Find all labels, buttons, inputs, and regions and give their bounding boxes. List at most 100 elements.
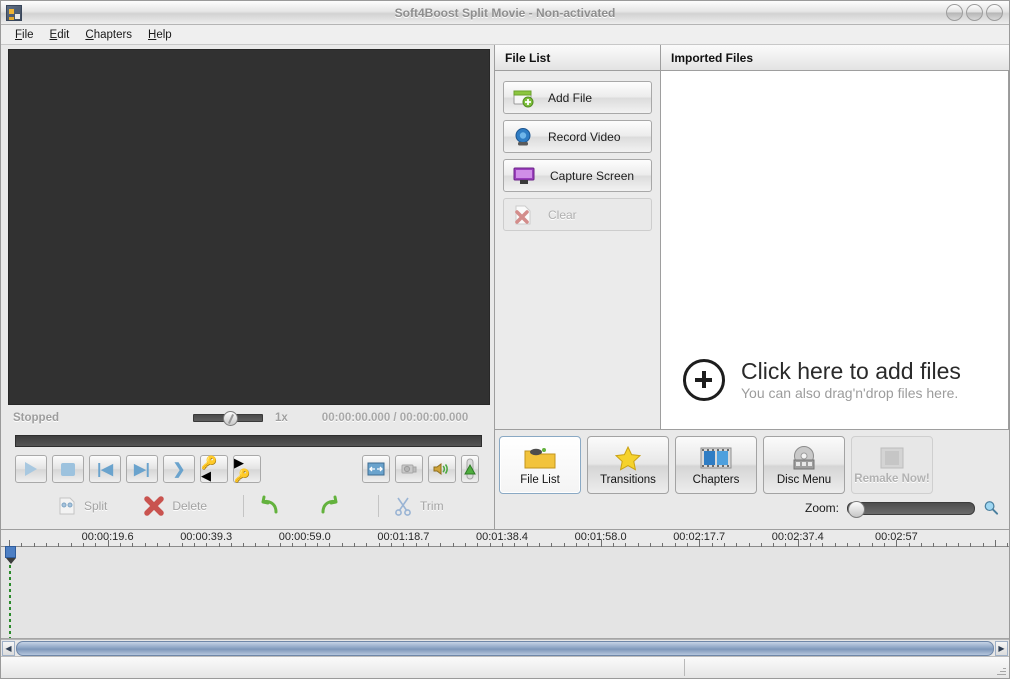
ruler-label: 00:00:39.3 [180,531,232,543]
clear-button[interactable]: Clear [503,198,652,231]
menu-file-rest: ile [22,29,34,41]
chevron-right-icon: ❯ [173,462,186,477]
tab-disc-menu-label: Disc Menu [777,474,831,486]
imported-files-header: Imported Files [661,45,1009,71]
undo-button[interactable] [258,495,282,517]
ruler-label: 00:01:18.7 [377,531,429,543]
add-file-button[interactable]: Add File [503,81,652,114]
speed-slider-knob[interactable] [223,411,238,426]
camera-icon [400,462,418,476]
add-file-icon [512,88,534,108]
stop-button[interactable] [52,455,84,483]
scroll-left-arrow[interactable]: ◀ [2,641,15,656]
ruler-label: 00:02:17.7 [673,531,725,543]
file-list-header: File List [495,45,661,71]
zoom-slider-knob[interactable] [848,501,865,518]
tabs-area: File List Transitions [495,429,1009,529]
step-forward-button[interactable]: ❯ [163,455,195,483]
ruler-label: 00:01:38.4 [476,531,528,543]
speed-slider[interactable] [193,414,263,422]
imported-files-dropzone[interactable]: Click here to add files You can also dra… [661,71,1009,429]
skip-back-icon: |◀ [97,462,113,477]
seek-bar[interactable] [15,435,482,447]
stop-icon [61,463,75,476]
volume-button[interactable] [428,455,456,483]
previous-frame-button[interactable]: |◀ [89,455,121,483]
dropzone-texts: Click here to add files You can also dra… [741,359,961,401]
redo-button[interactable] [318,495,342,517]
capture-screen-button[interactable]: Capture Screen [503,159,652,192]
next-frame-button[interactable]: ▶| [126,455,158,483]
monitor-icon [512,166,536,186]
dropzone-primary-text: Click here to add files [741,359,961,383]
undo-arrow-icon [258,495,282,517]
player-column: Stopped 1x 00:00:00.000 / 00:00:00.000 |… [1,45,495,529]
scroll-right-arrow[interactable]: ▶ [995,641,1008,656]
set-end-marker-button[interactable]: ▶🔑 [233,455,261,483]
resize-grip[interactable] [994,663,1006,675]
zoom-slider[interactable] [847,502,975,515]
delete-label: Delete [172,499,207,513]
menu-edit[interactable]: Edit [42,27,78,43]
capture-screen-label: Capture Screen [550,169,634,183]
panel-bodies: Add File Record Video [495,71,1009,429]
minimize-button[interactable] [946,4,963,21]
volume-slider[interactable] [461,455,479,483]
timeline-track-area[interactable] [1,547,1009,639]
ruler-label: 00:00:59.0 [279,531,331,543]
tab-file-list[interactable]: File List [499,436,581,494]
menu-edit-rest: dit [57,29,69,41]
delete-button[interactable]: Delete [143,495,207,517]
ruler-label: 00:01:58.0 [575,531,627,543]
close-button[interactable] [986,4,1003,21]
menu-help[interactable]: Help [140,27,180,43]
webcam-icon [512,127,534,147]
scroll-thumb[interactable] [16,641,994,656]
tab-transitions[interactable]: Transitions [587,436,669,494]
player-status-row: Stopped 1x 00:00:00.000 / 00:00:00.000 [1,405,494,431]
play-icon [25,462,37,476]
speaker-icon [432,462,452,476]
plus-circle-icon[interactable] [683,359,725,401]
menu-file[interactable]: File [7,27,42,43]
maximize-button[interactable] [966,4,983,21]
tab-chapters[interactable]: Chapters [675,436,757,494]
clear-file-icon [512,205,534,225]
tab-remake-now-label: Remake Now! [854,473,929,485]
tab-file-list-label: File List [520,474,560,486]
magnifier-icon[interactable] [983,500,999,516]
window-title: Soft4Boost Split Movie - Non-activated [1,6,1009,20]
main-upper-area: Stopped 1x 00:00:00.000 / 00:00:00.000 |… [1,45,1009,529]
video-preview[interactable] [8,49,490,405]
skip-forward-icon: ▶| [134,462,150,477]
zoom-label: Zoom: [805,501,839,515]
film-strip-icon [699,445,733,471]
speed-label: 1x [275,412,288,424]
status-bar-divider [684,659,685,676]
key-right-icon: ▶🔑 [234,456,260,482]
playhead-handle[interactable] [5,546,16,558]
snapshot-button[interactable] [395,455,423,483]
tab-chapters-label: Chapters [693,474,740,486]
dropzone-content: Click here to add files You can also dra… [683,359,961,401]
trim-button[interactable]: Trim [393,496,444,516]
split-button[interactable]: Split [57,496,107,516]
fullscreen-button[interactable] [362,455,390,483]
menu-help-rest: elp [156,29,171,41]
split-label: Split [84,499,107,513]
ruler-label: 00:00:19.6 [82,531,134,543]
set-start-marker-button[interactable]: 🔑◀ [200,455,228,483]
play-button[interactable] [15,455,47,483]
tab-remake-now[interactable]: Remake Now! [851,436,933,494]
menu-chapters[interactable]: Chapters [77,27,140,43]
toolbar-divider-1 [243,495,244,517]
playback-controls: |◀ ▶| ❯ 🔑◀ ▶🔑 [1,447,494,487]
record-video-button[interactable]: Record Video [503,120,652,153]
add-file-label: Add File [548,91,592,105]
tab-transitions-label: Transitions [600,474,656,486]
edit-toolbar: Split Delete [1,487,494,525]
tab-strip: File List Transitions [495,430,1009,494]
tab-disc-menu[interactable]: Disc Menu [763,436,845,494]
horizontal-scrollbar[interactable]: ◀ ▶ [1,639,1009,656]
timeline-ruler[interactable]: 00:00:19.6 00:00:39.3 00:00:59.0 00:01:18.7… [1,529,1009,547]
